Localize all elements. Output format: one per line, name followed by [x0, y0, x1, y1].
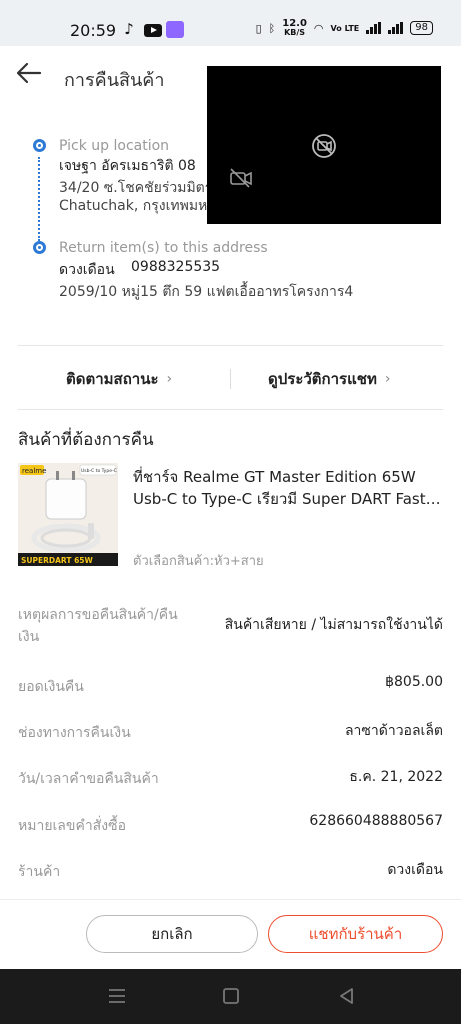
track-status-label: ติดตามสถานะ	[66, 370, 159, 388]
action-separator	[230, 369, 231, 389]
action-row: ติดตามสถานะ › ดูประวัติการแชท ›	[0, 361, 461, 397]
chevron-right-icon: ›	[166, 371, 173, 387]
product-image-brand: realme	[22, 467, 46, 475]
product-name[interactable]: ที่ชาร์จ Realme GT Master Edition 65W Us…	[133, 466, 443, 510]
return-phone: 0988325535	[131, 259, 221, 275]
divider	[18, 345, 443, 346]
return-name: ดวงเดือน	[59, 262, 115, 278]
product-section-title: สินค้าที่ต้องการคืน	[18, 430, 154, 450]
system-nav-bar	[0, 969, 461, 1024]
notification-badge-icon	[166, 21, 184, 38]
volte-indicator: Vo LTE	[330, 23, 360, 33]
shop-value: ดวงเดือน	[387, 862, 443, 878]
reason-label: เหตุผลการขอคืนสินค้า/คืนเงิน	[18, 607, 178, 645]
chat-history-button[interactable]: ดูประวัติการแชท ›	[268, 361, 390, 397]
track-status-button[interactable]: ติดตามสถานะ ›	[66, 361, 172, 397]
status-time: 20:59	[70, 21, 117, 40]
divider	[18, 409, 443, 410]
chat-history-label: ดูประวัติการแชท	[268, 370, 377, 388]
refund-amount-label: ยอดเงินคืน	[18, 679, 84, 695]
bottom-action-bar: ยกเลิก แชทกับร้านค้า	[0, 899, 461, 969]
chat-seller-button[interactable]: แชทกับร้านค้า	[268, 915, 443, 953]
return-label: Return item(s) to this address	[59, 240, 268, 256]
video-call-overlay[interactable]	[207, 66, 441, 224]
vibrate-icon: ▯	[255, 21, 262, 35]
signal-2-icon	[388, 22, 404, 34]
battery-icon: 98	[410, 21, 433, 35]
order-number-value: 628660488880567	[309, 813, 443, 829]
pickup-name-phone: เจษฐา อัครเมธาริติ 08	[59, 158, 196, 174]
network-speed: 12.0 KB/S	[282, 18, 307, 38]
product-image[interactable]: realme Usb-C to Type-C SUPERDART 65W	[18, 463, 118, 566]
chevron-right-icon: ›	[384, 371, 391, 387]
signal-1-icon	[366, 22, 382, 34]
product-image-tag: Usb-C to Type-C	[81, 468, 117, 474]
pickup-address-line1: 34/20 ซ.โชคชัยร่วมมิตร	[59, 180, 213, 196]
refund-method-label: ช่องทางการคืนเงิน	[18, 725, 131, 741]
detail-row-shop: ร้านค้า ดวงเดือน	[18, 859, 443, 881]
pickup-address-line2: Chatuchak, กรุงเทพมหา	[59, 198, 216, 214]
menu-icon[interactable]	[106, 986, 128, 1006]
route-connector	[38, 157, 40, 241]
status-bar: 20:59 ♪ ▯ ᛒ 12.0 KB/S ◠ Vo LTE 98	[0, 0, 461, 46]
request-date-value: ธ.ค. 21, 2022	[349, 769, 443, 785]
cancel-button[interactable]: ยกเลิก	[86, 915, 258, 953]
product-variant: ตัวเลือกสินค้า:หัว+สาย	[133, 554, 264, 569]
return-address: 2059/10 หมู่15 ตึก 59 แฟตเอื้ออาทรโครงกา…	[59, 284, 354, 300]
order-number-label: หมายเลขคำสั่งซื้อ	[18, 818, 126, 834]
detail-row-order-number: หมายเลขคำสั่งซื้อ 628660488880567	[18, 813, 443, 835]
camera-off-icon[interactable]	[229, 167, 253, 189]
back-icon[interactable]	[336, 986, 358, 1006]
youtube-icon	[144, 24, 162, 37]
pickup-label: Pick up location	[59, 138, 170, 154]
pickup-location-icon	[33, 139, 46, 152]
wifi-icon: ◠	[313, 21, 324, 35]
return-location-icon	[33, 241, 46, 254]
shop-label: ร้านค้า	[18, 864, 61, 880]
request-date-label: วัน/เวลาคำขอคืนสินค้า	[18, 771, 159, 787]
refund-method-value: ลาซาด้าวอลเล็ต	[344, 723, 443, 739]
page-title: การคืนสินค้า	[64, 70, 165, 91]
bluetooth-icon: ᛒ	[268, 21, 276, 35]
detail-row-refund-amount: ยอดเงินคืน ฿805.00	[18, 674, 443, 696]
arrow-left-icon[interactable]	[14, 58, 44, 88]
detail-row-request-date: วัน/เวลาคำขอคืนสินค้า ธ.ค. 21, 2022	[18, 766, 443, 788]
detail-row-refund-method: ช่องทางการคืนเงิน ลาซาด้าวอลเล็ต	[18, 720, 443, 742]
home-icon[interactable]	[220, 986, 242, 1006]
video-off-icon[interactable]	[310, 132, 338, 160]
refund-amount-value: ฿805.00	[385, 674, 443, 690]
reason-value: สินค้าเสียหาย / ไม่สามารถใช้งานได้	[224, 617, 443, 633]
status-indicators: ▯ ᛒ 12.0 KB/S ◠ Vo LTE 98	[256, 19, 433, 37]
tiktok-icon: ♪	[124, 20, 134, 38]
product-image-caption: SUPERDART 65W	[21, 556, 94, 565]
detail-row-reason: เหตุผลการขอคืนสินค้า/คืนเงิน สินค้าเสียห…	[18, 604, 443, 648]
